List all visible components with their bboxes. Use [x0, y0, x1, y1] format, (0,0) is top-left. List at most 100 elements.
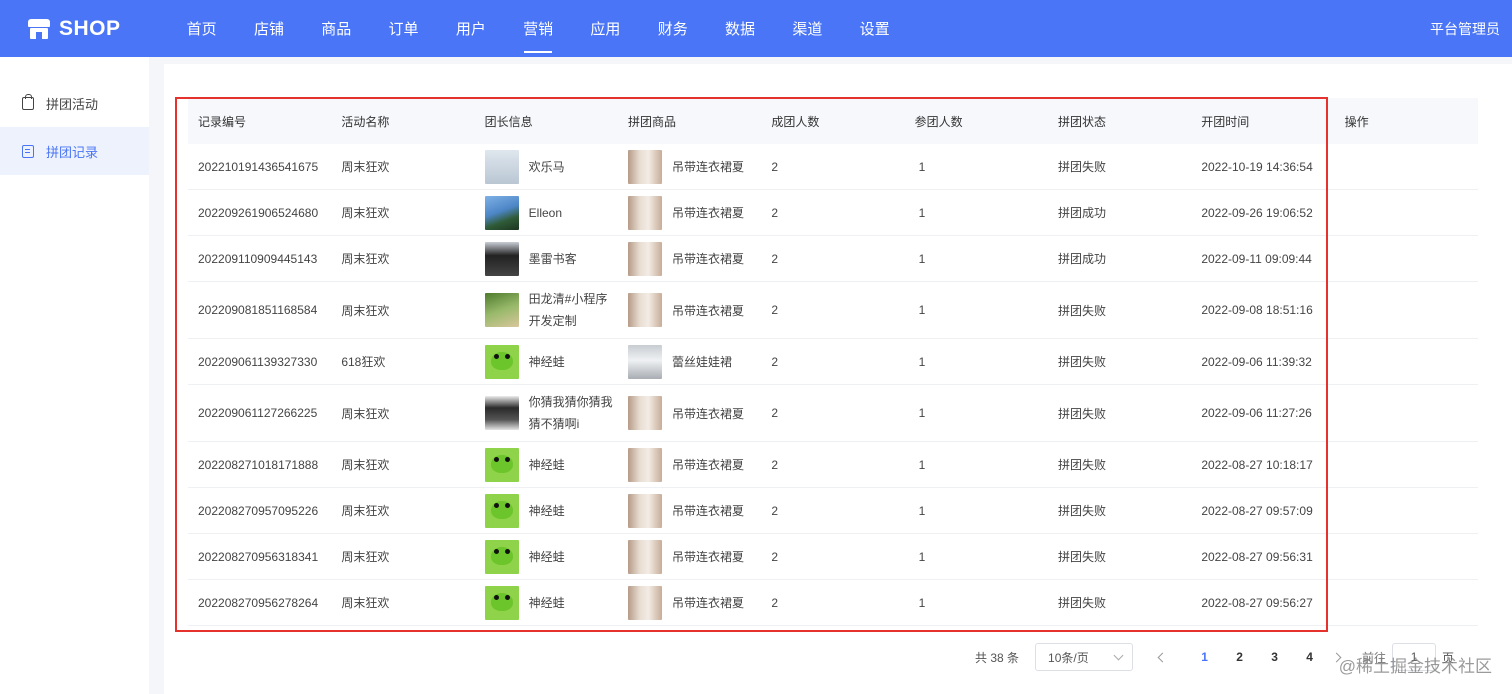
avatar [484, 241, 519, 276]
page-number[interactable]: 2 [1222, 650, 1257, 664]
avatar [484, 195, 519, 230]
leader-name: 神经蛙 [528, 503, 565, 518]
page-size-value: 10条/页 [1048, 650, 1089, 665]
prev-page-button[interactable] [1151, 652, 1173, 662]
sidebar: 拼团活动 拼团记录 [0, 57, 149, 694]
activity-name: 周末狂欢 [341, 303, 390, 318]
avatar [484, 396, 519, 430]
nav-item[interactable]: 应用 [572, 0, 639, 57]
total-count: 共 38 条 [975, 650, 1020, 665]
activity-name: 周末狂欢 [341, 458, 390, 472]
group-size: 2 [771, 251, 778, 266]
document-icon [22, 144, 34, 158]
joined-count: 1 [918, 549, 926, 564]
group-size: 2 [771, 303, 778, 317]
admin-user-menu[interactable]: 平台管理员 [1430, 0, 1500, 57]
nav-item[interactable]: 财务 [639, 0, 706, 57]
column-header: 记录编号 [198, 114, 247, 129]
product-info: 吊带连衣裙夏 [618, 539, 761, 574]
table-row: 202208271018171888 周末狂欢 神经蛙 吊带连衣裙夏 2 1 拼团失败 202… [188, 442, 1478, 488]
activity-name: 周末狂欢 [341, 596, 390, 610]
table-row: 202210191436541675 周末狂欢 欢乐马 吊带连衣裙夏 2 1 拼团失败 202… [188, 144, 1478, 190]
avatar [484, 539, 519, 574]
nav-item[interactable]: 店铺 [235, 0, 302, 57]
group-size: 2 [771, 354, 778, 369]
column-header: 团长信息 [484, 114, 533, 129]
top-navbar: SHOP 首页 店铺 商品 订单 用户 营销 应用 财务 数据 渠道 设置 平台管理员 [0, 0, 1512, 57]
nav-item[interactable]: 订单 [370, 0, 437, 57]
nav-item[interactable]: 首页 [168, 0, 235, 57]
leader-name: 墨雷书客 [528, 251, 577, 266]
leader-info: Elleon [475, 195, 618, 230]
group-size: 2 [771, 159, 778, 174]
joined-count: 1 [918, 354, 926, 369]
leader-name: 神经蛙 [528, 457, 565, 472]
group-status: 拼团成功 [1057, 206, 1106, 220]
product-image [627, 241, 662, 276]
group-status: 拼团失败 [1057, 406, 1106, 421]
column-header: 拼团状态 [1057, 114, 1106, 129]
open-time: 2022-08-27 09:56:27 [1201, 595, 1313, 610]
activity-name: 周末狂欢 [341, 406, 390, 421]
product-image [627, 344, 662, 379]
page-number[interactable]: 4 [1292, 650, 1327, 664]
avatar [484, 293, 519, 327]
open-time: 2022-09-26 19:06:52 [1201, 205, 1313, 220]
nav-item[interactable]: 设置 [841, 0, 908, 57]
group-status: 拼团失败 [1057, 160, 1106, 174]
leader-info: 墨雷书客 [475, 241, 618, 276]
joined-count: 1 [918, 595, 926, 610]
product-image [627, 396, 662, 430]
column-header: 操作 [1344, 114, 1369, 129]
product-info: 吊带连衣裙夏 [618, 241, 761, 276]
open-time: 2022-09-11 09:09:44 [1201, 251, 1312, 266]
nav-item[interactable]: 营销 [504, 0, 571, 57]
leader-name: 神经蛙 [528, 354, 565, 369]
record-id: 202209061139327330 [198, 354, 318, 369]
nav-item[interactable]: 渠道 [774, 0, 841, 57]
logo[interactable]: SHOP [28, 17, 163, 41]
open-time: 2022-09-08 18:51:16 [1201, 303, 1313, 317]
page-number[interactable]: 3 [1257, 650, 1292, 664]
joined-count: 1 [918, 205, 926, 220]
page-number[interactable]: 1 [1187, 650, 1222, 664]
record-id: 202209110909445143 [198, 251, 318, 266]
leader-info: 你猜我猜你猜我猜不猜啊i [475, 391, 618, 435]
product-info: 吊带连衣裙夏 [618, 396, 761, 430]
watermark: @稀土掘金技术社区 [1338, 657, 1492, 676]
table-body: 202210191436541675 周末狂欢 欢乐马 吊带连衣裙夏 2 1 拼团失败 202… [188, 144, 1478, 626]
group-status: 拼团失败 [1057, 355, 1106, 369]
group-size: 2 [771, 406, 778, 420]
group-size: 2 [771, 549, 778, 564]
page-size-select[interactable]: 10条/页 [1035, 643, 1134, 671]
activity-name: 周末狂欢 [341, 160, 390, 174]
product-name: 吊带连衣裙夏 [671, 303, 744, 318]
group-status: 拼团失败 [1057, 504, 1106, 518]
open-time: 2022-09-06 11:39:32 [1201, 354, 1312, 369]
nav-item[interactable]: 用户 [437, 0, 504, 57]
leader-name: 你猜我猜你猜我猜不猜啊i [528, 395, 613, 431]
column-header: 活动名称 [341, 114, 390, 129]
avatar [484, 493, 519, 528]
product-image [627, 195, 662, 230]
open-time: 2022-10-19 14:36:54 [1201, 159, 1313, 174]
group-size: 2 [771, 457, 778, 472]
nav-item[interactable]: 商品 [303, 0, 370, 57]
record-id: 202208270957095226 [198, 503, 319, 518]
table-row: 202209261906524680 周末狂欢 Elleon 吊带连衣裙夏 2 1 拼团成功… [188, 190, 1478, 236]
group-size: 2 [771, 595, 778, 610]
product-name: 吊带连衣裙夏 [671, 252, 744, 266]
sidebar-item[interactable]: 拼团记录 [0, 127, 149, 175]
sidebar-item[interactable]: 拼团活动 [0, 79, 149, 127]
joined-count: 1 [918, 457, 926, 472]
nav-item[interactable]: 数据 [706, 0, 773, 57]
open-time: 2022-08-27 09:56:31 [1201, 549, 1313, 564]
leader-name: 神经蛙 [528, 549, 565, 564]
group-status: 拼团失败 [1057, 458, 1106, 472]
table-row: 202208270956278264 周末狂欢 神经蛙 吊带连衣裙夏 2 1 拼团失败 202… [188, 580, 1478, 626]
leader-name: 神经蛙 [528, 595, 565, 610]
sidebar-item-label: 拼团活动 [46, 96, 99, 112]
table-row: 202209110909445143 周末狂欢 墨雷书客 吊带连衣裙夏 2 1 拼团成功 20… [188, 236, 1478, 282]
group-records-table: 记录编号 活动名称 团长信息 拼团商品 成团人数 参团人数 拼团状态 开团时间 操作 20221… [188, 98, 1478, 626]
activity-name: 周末狂欢 [341, 504, 390, 518]
